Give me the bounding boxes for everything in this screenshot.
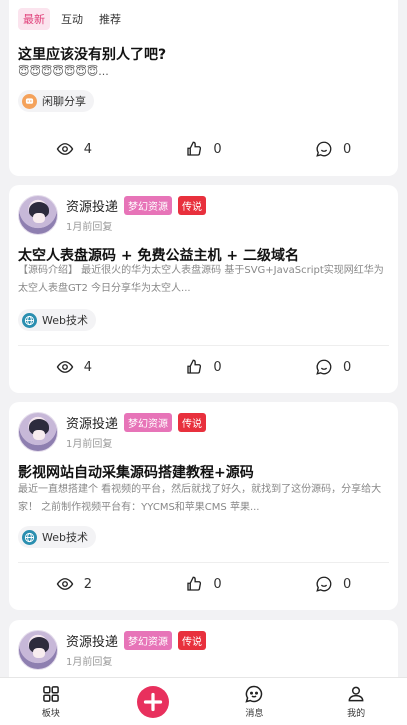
comment-button[interactable]: 0 <box>268 569 398 599</box>
tag-label: 闲聊分享 <box>42 95 86 108</box>
avatar[interactable] <box>18 630 58 670</box>
like-button[interactable]: 0 <box>139 352 269 382</box>
nav-blocks-label: 板块 <box>41 709 60 719</box>
post-title[interactable]: 影视网站自动采集源码搭建教程+源码 <box>18 462 254 482</box>
comments-count: 0 <box>343 141 352 157</box>
bottom-nav: 板块 消息 我的 <box>0 677 407 725</box>
post-author[interactable]: 资源投递 梦幻资源 传说 1月前回复 <box>18 195 207 235</box>
post-time: 1月前回复 <box>66 439 113 450</box>
likes-count: 0 <box>213 141 222 157</box>
tag-label: Web技术 <box>42 531 88 544</box>
post-excerpt: 😇😇😇😇😇😇😇... <box>18 65 109 78</box>
author-name[interactable]: 资源投递 <box>66 631 118 650</box>
rank-badge: 传说 <box>178 195 207 215</box>
post-card-3[interactable]: 资源投递 梦幻资源 传说 1月前回复 影视网站自动采集源码搭建教程+源码 最近一… <box>9 402 398 610</box>
divider <box>18 345 389 346</box>
author-name[interactable]: 资源投递 <box>66 196 118 215</box>
eye-icon <box>56 578 73 590</box>
views-count: 4 <box>83 359 92 375</box>
user-icon <box>348 686 364 702</box>
views-count: 4 <box>83 141 92 157</box>
eye-icon <box>56 143 73 155</box>
post-author[interactable]: 资源投递 梦幻资源 传说 1月前回复 <box>18 412 207 452</box>
nav-messages-label: 消息 <box>245 709 264 719</box>
nav-create[interactable] <box>102 678 204 725</box>
globe-icon <box>22 312 37 328</box>
rank-badge: 传说 <box>178 630 207 650</box>
views-count: 2 <box>83 576 92 592</box>
level-badge: 梦幻资源 <box>124 630 173 650</box>
tab-recommended[interactable]: 推荐 <box>94 8 126 30</box>
post-actions: 4 0 0 <box>9 352 398 382</box>
author-name[interactable]: 资源投递 <box>66 413 118 432</box>
post-card-2[interactable]: 资源投递 梦幻资源 传说 1月前回复 太空人表盘源码 + 免费公益主机 + 二级… <box>9 185 398 393</box>
avatar[interactable] <box>18 195 58 235</box>
nav-mine[interactable]: 我的 <box>305 678 407 725</box>
tab-interaction[interactable]: 互动 <box>56 8 88 30</box>
topic-tag[interactable]: Web技术 <box>18 309 96 331</box>
comment-icon <box>316 359 332 375</box>
level-badge: 梦幻资源 <box>124 195 173 215</box>
like-button[interactable]: 0 <box>139 134 269 164</box>
level-badge: 梦幻资源 <box>124 412 173 432</box>
comments-count: 0 <box>343 359 352 375</box>
tab-latest[interactable]: 最新 <box>18 8 50 30</box>
feed-tabs: 最新 互动 推荐 <box>18 8 126 30</box>
post-time: 1月前回复 <box>66 222 113 233</box>
likes-count: 0 <box>213 359 222 375</box>
like-button[interactable]: 0 <box>139 569 269 599</box>
thumb-up-icon <box>187 141 202 156</box>
thumb-up-icon <box>187 576 202 591</box>
comment-button[interactable]: 0 <box>268 134 398 164</box>
likes-count: 0 <box>213 576 222 592</box>
comment-button[interactable]: 0 <box>268 352 398 382</box>
views-counter: 4 <box>9 352 139 382</box>
comments-count: 0 <box>343 576 352 592</box>
eye-icon <box>56 361 73 373</box>
topic-tag[interactable]: 闲聊分享 <box>18 90 94 112</box>
nav-mine-label: 我的 <box>347 709 366 719</box>
divider <box>18 562 389 563</box>
post-excerpt: 【源码介绍】 最近很火的华为太空人表盘源码 基于SVG+JavaScript实现… <box>18 265 384 294</box>
grid-icon <box>43 686 59 702</box>
nav-blocks[interactable]: 板块 <box>0 678 102 725</box>
comment-icon <box>316 576 332 592</box>
post-card-1[interactable]: 最新 互动 推荐 这里应该没有别人了吧? 😇😇😇😇😇😇😇... 闲聊分享 4 0… <box>9 0 398 176</box>
post-author[interactable]: 资源投递 梦幻资源 传说 1月前回复 <box>18 630 207 670</box>
plus-icon[interactable] <box>136 685 169 718</box>
post-actions: 4 0 0 <box>9 134 398 164</box>
rank-badge: 传说 <box>178 412 207 432</box>
avatar[interactable] <box>18 412 58 452</box>
nav-messages[interactable]: 消息 <box>204 678 306 725</box>
post-excerpt: 最近一直想搭建个 看视频的平台，然后就找了好久，就找到了这份源码，分享给大家！ … <box>18 484 382 513</box>
chat-icon <box>22 93 37 109</box>
post-actions: 2 0 0 <box>9 569 398 599</box>
message-icon <box>245 685 263 703</box>
comment-icon <box>316 141 332 157</box>
post-time: 1月前回复 <box>66 657 113 668</box>
topic-tag[interactable]: Web技术 <box>18 526 96 548</box>
views-counter: 2 <box>9 569 139 599</box>
thumb-up-icon <box>187 359 202 374</box>
globe-icon <box>22 529 37 545</box>
views-counter: 4 <box>9 134 139 164</box>
tag-label: Web技术 <box>42 314 88 327</box>
post-title[interactable]: 这里应该没有别人了吧? <box>18 44 166 64</box>
